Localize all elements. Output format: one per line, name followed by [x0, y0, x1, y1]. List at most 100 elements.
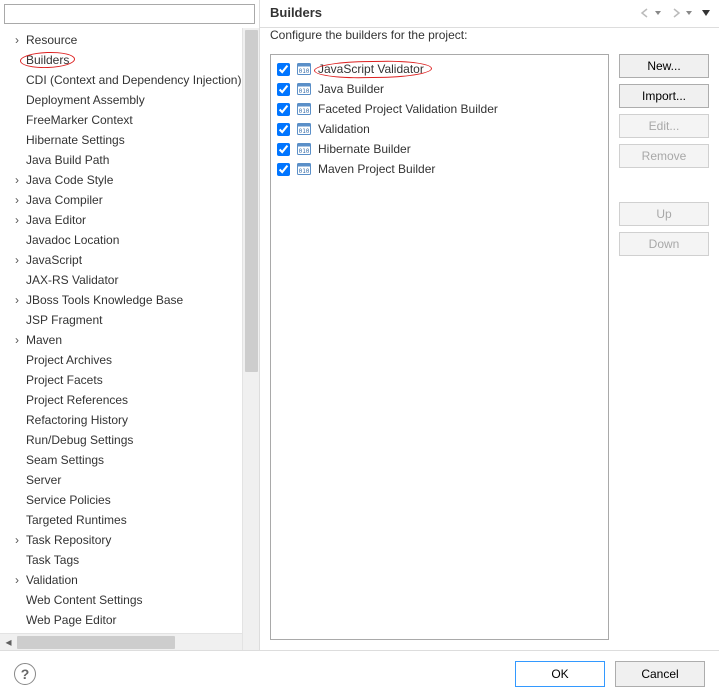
builders-list[interactable]: 010JavaScript Validator010Java Builder01… [270, 54, 609, 640]
builder-item[interactable]: 010JavaScript Validator [275, 59, 604, 79]
expand-arrow-icon[interactable]: › [10, 213, 24, 227]
tree-item[interactable]: Run/Debug Settings [0, 430, 259, 450]
builder-icon: 010 [296, 141, 312, 157]
ok-button[interactable]: OK [515, 661, 605, 687]
tree-item[interactable]: Server [0, 470, 259, 490]
builder-item[interactable]: 010Validation [275, 119, 604, 139]
tree-item[interactable]: JSP Fragment [0, 310, 259, 330]
tree-item[interactable]: Service Policies [0, 490, 259, 510]
expand-arrow-icon[interactable]: › [10, 33, 24, 47]
tree-item[interactable]: Seam Settings [0, 450, 259, 470]
tree-scrollbar-vertical[interactable] [242, 28, 259, 650]
tree-item[interactable]: Web Content Settings [0, 590, 259, 610]
remove-button[interactable]: Remove [619, 144, 709, 168]
tree-item-label: Task Repository [24, 533, 111, 547]
tree-filter-input[interactable] [4, 4, 255, 24]
tree-item-label: Deployment Assembly [24, 93, 145, 107]
expand-arrow-icon[interactable]: › [10, 333, 24, 347]
tree-item[interactable]: Web Page Editor [0, 610, 259, 630]
tree-scrollbar-horizontal[interactable]: ◂ ▸ [0, 633, 259, 650]
tree-item[interactable]: Deployment Assembly [0, 90, 259, 110]
builder-checkbox[interactable] [277, 63, 290, 76]
cancel-button[interactable]: Cancel [615, 661, 705, 687]
tree-item[interactable]: Builders [0, 50, 259, 70]
nav-forward-button[interactable] [668, 5, 695, 21]
tree-item[interactable]: CDI (Context and Dependency Injection) [0, 70, 259, 90]
help-icon[interactable]: ? [14, 663, 36, 685]
builder-item-label: Faceted Project Validation Builder [318, 102, 498, 116]
chevron-down-icon [685, 9, 693, 17]
tree-item[interactable]: Targeted Runtimes [0, 510, 259, 530]
builder-icon: 010 [296, 61, 312, 77]
tree-item[interactable]: ›Validation [0, 570, 259, 590]
tree-item-label: Refactoring History [24, 413, 128, 427]
builder-checkbox[interactable] [277, 123, 290, 136]
tree-item[interactable]: ›Java Editor [0, 210, 259, 230]
tree-item[interactable]: Project Facets [0, 370, 259, 390]
arrow-left-icon [639, 7, 653, 19]
chevron-down-icon [701, 8, 711, 18]
page-header: Builders [260, 0, 719, 28]
tree-item[interactable]: Project Archives [0, 350, 259, 370]
tree-item[interactable]: Hibernate Settings [0, 130, 259, 150]
import-button[interactable]: Import... [619, 84, 709, 108]
down-button[interactable]: Down [619, 232, 709, 256]
tree-item-label: Web Page Editor [24, 613, 117, 627]
category-tree[interactable]: ›ResourceBuildersCDI (Context and Depend… [0, 28, 259, 633]
builder-item-label: Maven Project Builder [318, 162, 435, 176]
builder-checkbox[interactable] [277, 143, 290, 156]
expand-arrow-icon[interactable]: › [10, 573, 24, 587]
tree-item[interactable]: ›JavaScript [0, 250, 259, 270]
builder-item[interactable]: 010Maven Project Builder [275, 159, 604, 179]
tree-item[interactable]: ›JBoss Tools Knowledge Base [0, 290, 259, 310]
up-button[interactable]: Up [619, 202, 709, 226]
nav-back-button[interactable] [637, 5, 664, 21]
chevron-down-icon [654, 9, 662, 17]
expand-arrow-icon[interactable]: › [10, 293, 24, 307]
tree-item-label: CDI (Context and Dependency Injection) [24, 73, 241, 87]
expand-arrow-icon[interactable]: › [10, 253, 24, 267]
config-description: Configure the builders for the project: [260, 28, 719, 48]
tree-item[interactable]: Task Tags [0, 550, 259, 570]
tree-item[interactable]: ›Task Repository [0, 530, 259, 550]
scrollbar-thumb[interactable] [245, 30, 258, 372]
tree-item[interactable]: Java Build Path [0, 150, 259, 170]
tree-item-label: Server [24, 473, 61, 487]
scrollbar-thumb[interactable] [17, 636, 175, 649]
tree-item-label: JAX-RS Validator [24, 273, 118, 287]
expand-arrow-icon[interactable]: › [10, 193, 24, 207]
arrow-right-icon [670, 7, 684, 19]
builder-checkbox[interactable] [277, 163, 290, 176]
builder-item[interactable]: 010Hibernate Builder [275, 139, 604, 159]
expand-arrow-icon[interactable]: › [10, 533, 24, 547]
scroll-left-icon[interactable]: ◂ [0, 635, 17, 650]
builder-item[interactable]: 010Java Builder [275, 79, 604, 99]
builder-checkbox[interactable] [277, 103, 290, 116]
tree-item-label: Resource [24, 33, 77, 47]
expand-arrow-icon[interactable]: › [10, 173, 24, 187]
builder-item-label: Validation [318, 122, 370, 136]
builder-item-label: Java Builder [318, 82, 384, 96]
view-menu-button[interactable] [699, 5, 713, 21]
tree-item[interactable]: ›Java Code Style [0, 170, 259, 190]
tree-item[interactable]: FreeMarker Context [0, 110, 259, 130]
tree-item[interactable]: ›Java Compiler [0, 190, 259, 210]
tree-item[interactable]: ›Resource [0, 30, 259, 50]
builder-checkbox[interactable] [277, 83, 290, 96]
tree-item-label: Project Facets [24, 373, 103, 387]
tree-item-label: Java Editor [24, 213, 86, 227]
tree-item[interactable]: Refactoring History [0, 410, 259, 430]
tree-item[interactable]: ›Maven [0, 330, 259, 350]
builder-buttons: New... Import... Edit... Remove Up Down [619, 54, 709, 640]
dialog-button-bar: ? OK Cancel [0, 650, 719, 699]
tree-item[interactable]: Project References [0, 390, 259, 410]
builder-item[interactable]: 010Faceted Project Validation Builder [275, 99, 604, 119]
new-button[interactable]: New... [619, 54, 709, 78]
tree-item-label: Hibernate Settings [24, 133, 125, 147]
svg-text:010: 010 [299, 68, 310, 75]
category-tree-panel: ›ResourceBuildersCDI (Context and Depend… [0, 0, 260, 650]
page-title: Builders [270, 5, 637, 20]
tree-item[interactable]: Javadoc Location [0, 230, 259, 250]
tree-item[interactable]: JAX-RS Validator [0, 270, 259, 290]
edit-button[interactable]: Edit... [619, 114, 709, 138]
